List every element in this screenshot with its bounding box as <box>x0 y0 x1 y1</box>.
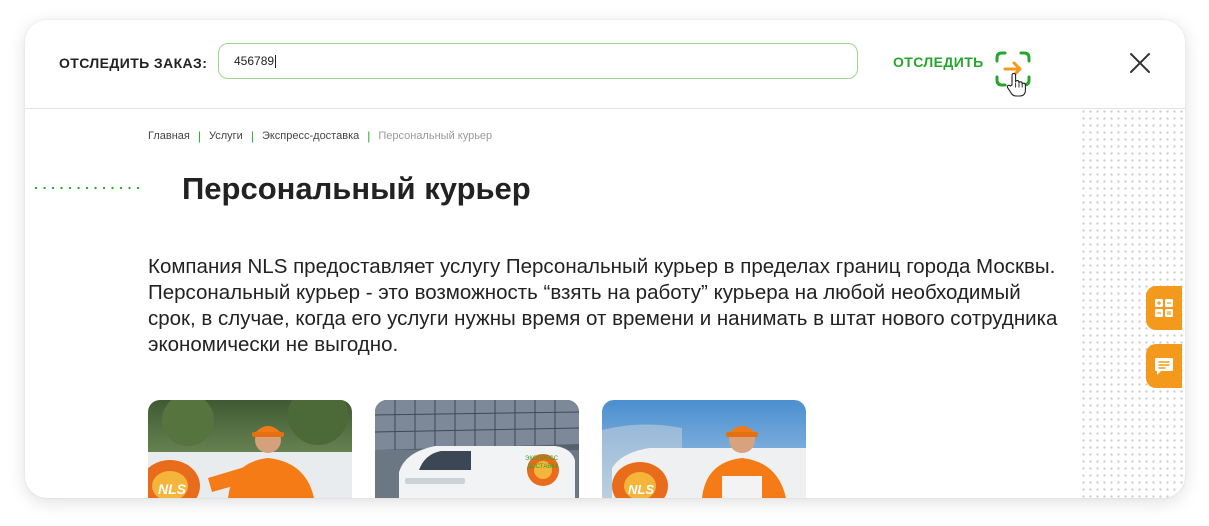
courier-photo: NLS <box>148 400 352 498</box>
van-logo-text: NLS <box>158 481 187 497</box>
close-icon[interactable] <box>1127 50 1153 76</box>
page-title: Персональный курьер <box>182 171 531 206</box>
calculator-button[interactable] <box>1146 286 1182 330</box>
tracking-modal: ОТСЛЕДИТЬ ЗАКАЗ: 456789 ОТСЛЕДИТЬ Главна… <box>25 20 1185 498</box>
track-order-label: ОТСЛЕДИТЬ ЗАКАЗ: <box>59 55 208 71</box>
text-caret <box>275 54 277 68</box>
van-side-text-1: ЭКСПРЕСС <box>525 456 559 462</box>
breadcrumb: Главная | Услуги | Экспресс-доставка | П… <box>148 129 492 143</box>
van-photo: ЭКСПРЕСС ДОСТАВКА <box>375 400 579 498</box>
breadcrumb-separator: | <box>250 129 254 143</box>
breadcrumb-home[interactable]: Главная <box>148 130 190 142</box>
courier-with-package-photo: NLS <box>602 400 806 498</box>
breadcrumb-current: Персональный курьер <box>378 130 493 142</box>
breadcrumb-separator: | <box>197 129 201 143</box>
order-tracking-bar: ОТСЛЕДИТЬ ЗАКАЗ: 456789 ОТСЛЕДИТЬ <box>25 20 1185 109</box>
service-photo-courier-2[interactable]: NLS <box>602 400 806 498</box>
order-number-value: 456789 <box>234 54 275 68</box>
breadcrumb-express-delivery[interactable]: Экспресс-доставка <box>262 130 359 142</box>
order-number-input[interactable]: 456789 <box>218 43 858 79</box>
van-side-text-2: ДОСТАВКА <box>527 464 559 470</box>
intro-paragraph: Компания NLS предоставляет услугу Персон… <box>148 255 1058 356</box>
van-logo-text-2: NLS <box>628 482 654 497</box>
calculator-icon <box>1155 299 1173 317</box>
breadcrumb-separator: | <box>367 129 371 143</box>
track-button[interactable]: ОТСЛЕДИТЬ <box>893 54 984 70</box>
hand-cursor-icon <box>1006 72 1026 97</box>
chat-icon <box>1155 358 1173 375</box>
breadcrumb-services[interactable]: Услуги <box>209 130 243 142</box>
service-photo-van[interactable]: ЭКСПРЕСС ДОСТАВКА <box>375 400 579 498</box>
feedback-button[interactable] <box>1146 344 1182 388</box>
decorative-dotted-line <box>35 186 147 190</box>
service-photo-courier-1[interactable]: NLS <box>148 400 352 498</box>
